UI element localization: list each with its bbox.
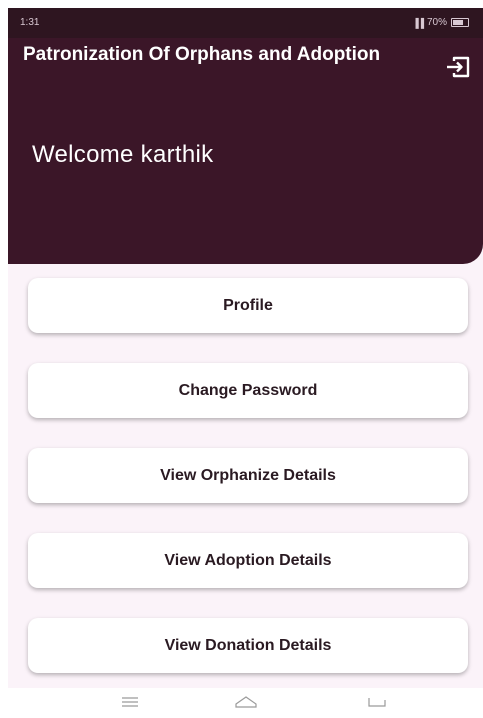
welcome-text: Welcome karthik <box>32 141 214 168</box>
header: Patronization Of Orphans and Adoption We… <box>8 38 483 264</box>
change-password-button[interactable]: Change Password <box>28 363 468 418</box>
view-orphanize-details-button[interactable]: View Orphanize Details <box>28 448 468 503</box>
app-screen: 1:31 ▐▐ 70% Patronization Of Orphans and… <box>8 8 483 718</box>
system-nav-bar <box>8 688 483 718</box>
battery-icon <box>451 18 469 27</box>
status-bar: 1:31 ▐▐ 70% <box>8 8 483 38</box>
status-time: 1:31 <box>20 17 40 28</box>
profile-button[interactable]: Profile <box>28 278 468 333</box>
status-indicators: ▐▐ 70% <box>412 17 469 28</box>
view-donation-details-button[interactable]: View Donation Details <box>28 618 468 673</box>
app-title: Patronization Of Orphans and Adoption <box>23 44 381 65</box>
view-adoption-details-button[interactable]: View Adoption Details <box>28 533 468 588</box>
back-icon[interactable] <box>366 694 388 715</box>
logout-icon[interactable] <box>443 52 473 82</box>
signal-icon: ▐▐ <box>412 17 424 28</box>
home-icon[interactable] <box>234 694 258 715</box>
battery-percent: 70% <box>426 17 447 28</box>
menu-icon[interactable] <box>120 694 140 715</box>
